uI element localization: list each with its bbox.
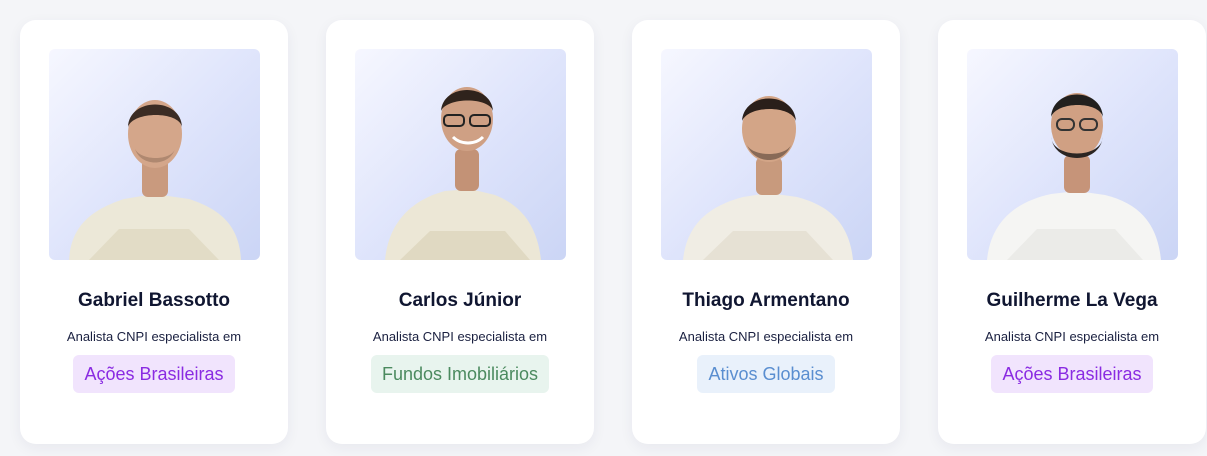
person-photo-icon — [987, 93, 1161, 260]
person-photo-icon — [69, 100, 241, 260]
analyst-photo — [661, 49, 872, 260]
specialty-tag[interactable]: Ações Brasileiras — [73, 355, 235, 393]
analyst-card[interactable]: Thiago Armentano Analista CNPI especiali… — [632, 20, 900, 444]
analyst-photo — [49, 49, 260, 260]
specialty-tag[interactable]: Ações Brasileiras — [991, 355, 1153, 393]
analyst-name: Carlos Júnior — [398, 290, 522, 311]
person-photo-icon — [385, 87, 541, 260]
analyst-role: Analista CNPI especialista em — [372, 329, 548, 344]
analyst-name: Thiago Armentano — [682, 290, 850, 311]
analyst-name: Guilherme La Vega — [986, 290, 1158, 311]
analyst-role: Analista CNPI especialista em — [678, 329, 854, 344]
analyst-role: Analista CNPI especialista em — [984, 329, 1160, 344]
analyst-photo — [967, 49, 1178, 260]
specialty-tag[interactable]: Fundos Imobiliários — [370, 355, 550, 393]
specialty-tag[interactable]: Ativos Globais — [697, 355, 835, 393]
analyst-card[interactable]: Carlos Júnior Analista CNPI especialista… — [326, 20, 594, 444]
analysts-grid: Gabriel Bassotto Analista CNPI especiali… — [0, 0, 1207, 456]
analyst-card[interactable]: Gabriel Bassotto Analista CNPI especiali… — [20, 20, 288, 444]
analyst-name: Gabriel Bassotto — [77, 290, 231, 311]
analyst-role: Analista CNPI especialista em — [66, 329, 242, 344]
analyst-card[interactable]: Guilherme La Vega Analista CNPI especial… — [938, 20, 1206, 444]
analyst-photo — [355, 49, 566, 260]
person-photo-icon — [683, 96, 853, 260]
